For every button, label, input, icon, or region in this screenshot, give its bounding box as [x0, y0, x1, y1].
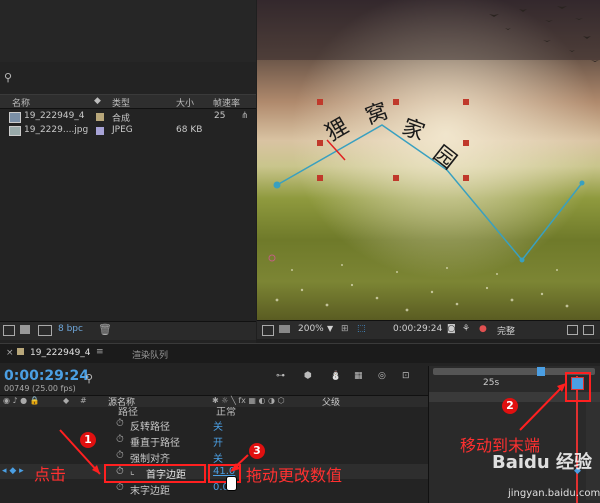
annotation-arrows	[59, 383, 566, 475]
arrow-1	[59, 429, 101, 475]
arrow-2	[519, 385, 564, 431]
watermark-url: jingyan.baidu.com	[508, 488, 600, 499]
hand-cursor-icon	[226, 476, 237, 491]
watermark-logo: Baidu 经验	[492, 452, 593, 473]
